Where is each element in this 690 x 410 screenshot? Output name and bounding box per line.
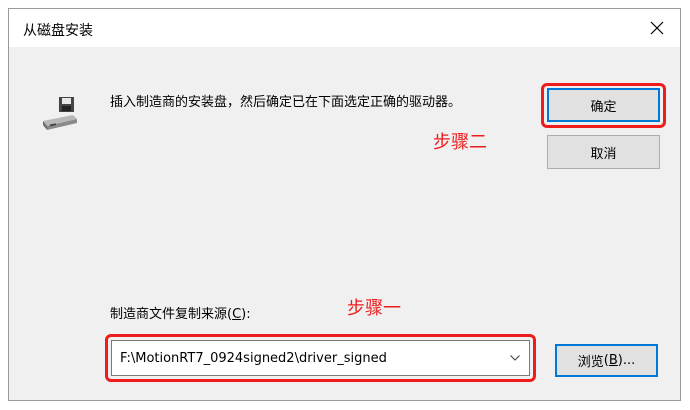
close-icon <box>650 21 664 35</box>
browse-suffix: ... <box>622 353 636 368</box>
source-label-mnemonic: C <box>232 307 242 322</box>
source-path-value[interactable]: F:\MotionRT7_0924signed2\driver_signed <box>112 351 501 366</box>
step-two-annotation: 步骤二 <box>433 132 487 153</box>
ok-button[interactable]: 确定 <box>547 88 660 122</box>
browse-mnemonic: B <box>608 353 618 368</box>
install-from-disk-dialog: 从磁盘安装 插入制造商的安装盘，然后确定已在下面选定正确的驱动器。 确定 取消 … <box>8 8 681 401</box>
window-title: 从磁盘安装 <box>23 23 93 39</box>
chevron-down-icon <box>510 355 520 361</box>
dropdown-button[interactable] <box>501 341 529 375</box>
instructions-text: 插入制造商的安装盘，然后确定已在下面选定正确的驱动器。 <box>110 95 462 110</box>
step-one-annotation: 步骤一 <box>347 298 401 319</box>
close-button[interactable] <box>634 9 680 47</box>
source-label: 制造商文件复制来源(C): <box>110 307 251 322</box>
dialog-body: 插入制造商的安装盘，然后确定已在下面选定正确的驱动器。 确定 取消 步骤二 制造… <box>9 47 680 400</box>
browse-button[interactable]: 浏览(B)... <box>555 344 658 377</box>
floppy-drive-icon <box>43 97 77 130</box>
source-path-combobox[interactable]: F:\MotionRT7_0924signed2\driver_signed <box>111 340 530 376</box>
title-bar: 从磁盘安装 <box>9 9 680 47</box>
source-label-text: 制造商文件复制来源 <box>110 307 228 322</box>
cancel-button[interactable]: 取消 <box>547 135 660 169</box>
browse-label: 浏览 <box>577 355 604 370</box>
